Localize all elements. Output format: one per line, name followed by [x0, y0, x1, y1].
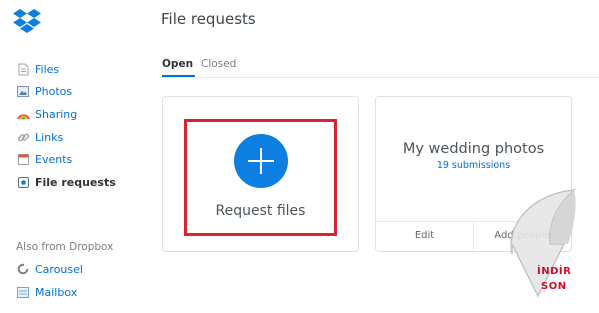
- file-request-icon: [16, 175, 30, 189]
- card-footer-separator: [473, 222, 474, 251]
- photos-icon: [16, 84, 30, 98]
- sharing-icon: [16, 107, 30, 121]
- sidebar-item-label: Photos: [35, 84, 73, 98]
- sidebar-item-events[interactable]: Events: [16, 150, 72, 168]
- tab-closed[interactable]: Closed: [201, 58, 236, 70]
- sidebar: Files Photos Sharing Links Events File r…: [0, 0, 150, 313]
- sidebar-item-label: Carousel: [35, 262, 83, 276]
- also-from-dropbox-heading: Also from Dropbox: [16, 241, 114, 253]
- watermark-text-line2: SON: [541, 281, 567, 292]
- watermark-text-line1: İNDİR: [537, 266, 572, 277]
- plus-icon[interactable]: [234, 134, 288, 188]
- sidebar-item-label: File requests: [35, 175, 116, 189]
- sidebar-item-carousel[interactable]: Carousel: [16, 260, 83, 278]
- sidebar-item-files[interactable]: Files: [16, 60, 59, 78]
- carousel-icon: [16, 262, 30, 276]
- link-icon: [16, 130, 30, 144]
- page-title: File requests: [161, 10, 256, 28]
- tab-open[interactable]: Open: [162, 58, 196, 77]
- tab-bar: Open Closed: [161, 55, 599, 78]
- sidebar-item-label: Events: [35, 152, 73, 166]
- sidebar-item-label: Links: [35, 130, 64, 144]
- sidebar-item-label: Sharing: [35, 107, 78, 121]
- sidebar-item-file-requests[interactable]: File requests: [16, 173, 116, 191]
- sidebar-item-label: Mailbox: [35, 285, 78, 299]
- edit-button[interactable]: Edit: [377, 230, 472, 244]
- request-files-label: Request files: [215, 203, 306, 219]
- sidebar-item-sharing[interactable]: Sharing: [16, 105, 77, 123]
- dropbox-logo-icon[interactable]: [12, 8, 42, 34]
- submissions-link[interactable]: 19 submissions: [375, 160, 572, 171]
- mailbox-icon: [16, 285, 30, 299]
- download-watermark-icon: [510, 189, 577, 298]
- calendar-icon: [16, 152, 30, 166]
- sidebar-item-mailbox[interactable]: Mailbox: [16, 283, 77, 301]
- sidebar-item-photos[interactable]: Photos: [16, 82, 72, 100]
- sidebar-item-links[interactable]: Links: [16, 128, 63, 146]
- file-icon: [16, 62, 30, 76]
- file-request-title: My wedding photos: [402, 141, 545, 157]
- sidebar-item-label: Files: [35, 62, 60, 76]
